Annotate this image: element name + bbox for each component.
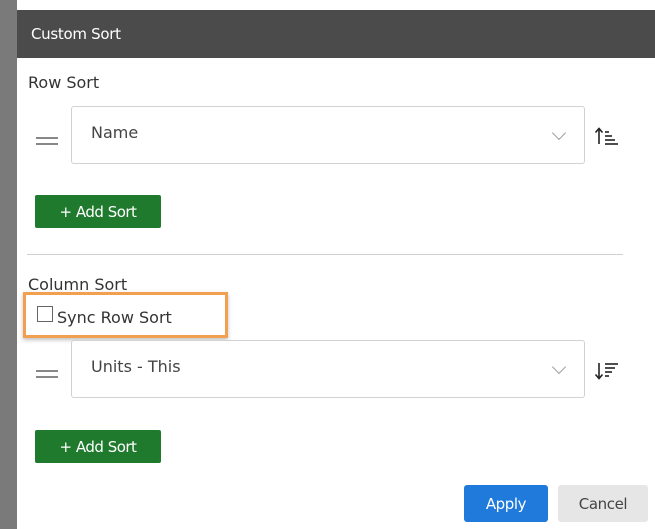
column-sort-field-value: Units - This xyxy=(91,357,181,376)
sort-ascending-icon[interactable] xyxy=(594,125,620,147)
chevron-down-icon xyxy=(551,125,567,141)
row-add-sort-button[interactable]: + Add Sort xyxy=(35,195,161,228)
row-sort-field-value: Name xyxy=(91,123,139,142)
dialog-title: Custom Sort xyxy=(17,10,655,58)
custom-sort-dialog: Custom Sort Row Sort Name + Add Sort Col… xyxy=(0,0,655,529)
top-backdrop xyxy=(17,0,655,10)
left-backdrop xyxy=(0,0,17,529)
chevron-down-icon xyxy=(551,359,567,375)
drag-handle-icon[interactable] xyxy=(36,137,58,145)
sync-row-sort-label: Sync Row Sort xyxy=(57,307,172,327)
row-sort-title: Row Sort xyxy=(28,73,100,92)
column-add-sort-button[interactable]: + Add Sort xyxy=(35,430,161,463)
sync-row-sort-option[interactable]: Sync Row Sort xyxy=(37,306,172,328)
row-sort-field-select[interactable]: Name xyxy=(71,106,585,164)
section-divider xyxy=(27,254,623,255)
sort-descending-icon[interactable] xyxy=(594,360,620,382)
sync-row-sort-checkbox[interactable] xyxy=(37,306,53,322)
drag-handle-icon[interactable] xyxy=(36,370,58,378)
apply-button[interactable]: Apply xyxy=(464,485,548,522)
cancel-button[interactable]: Cancel xyxy=(558,485,648,522)
column-sort-field-select[interactable]: Units - This xyxy=(71,340,585,398)
